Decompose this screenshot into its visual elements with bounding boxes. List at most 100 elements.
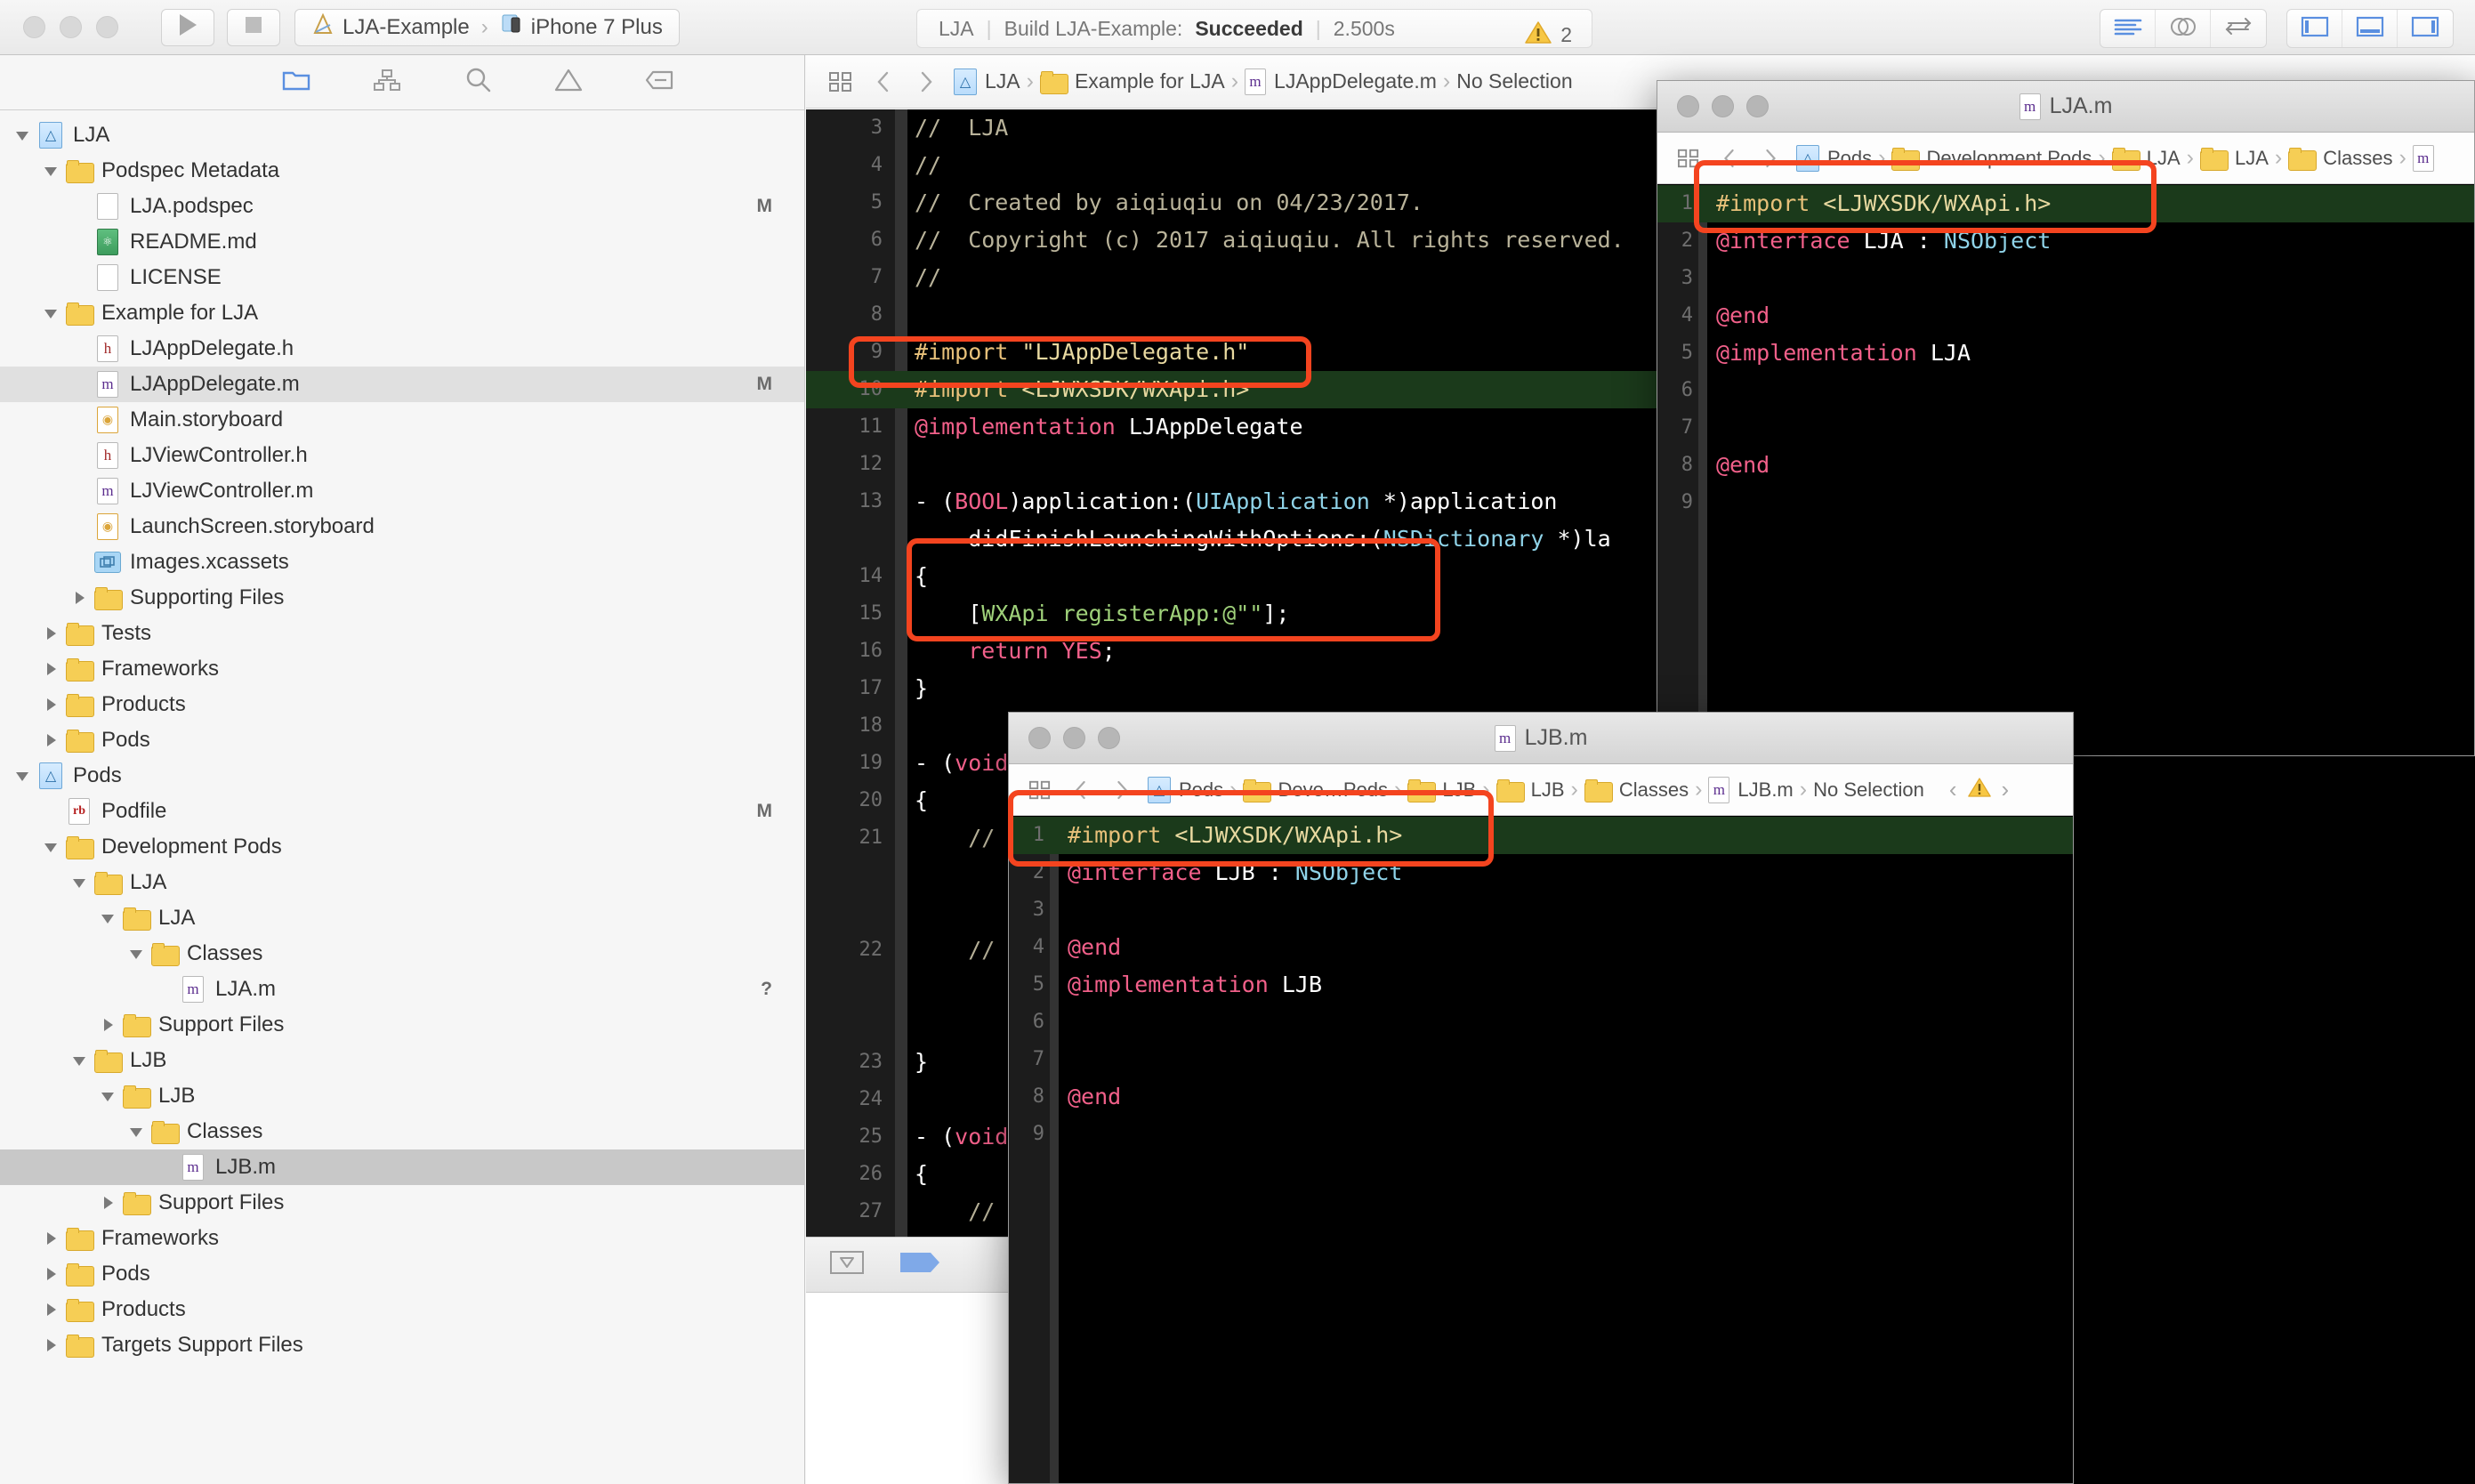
- activity-status-bar[interactable]: LJA | Build LJA-Example: Succeeded | 2.5…: [916, 9, 1592, 48]
- breadcrumb-item[interactable]: No Selection: [1456, 69, 1572, 93]
- code-line[interactable]: 7: [1657, 409, 2474, 447]
- file-tree-row[interactable]: mLJAppDelegate.mM: [0, 367, 804, 402]
- disclosure-triangle-closed-icon[interactable]: [41, 624, 60, 643]
- file-tree-row[interactable]: Frameworks: [0, 651, 804, 687]
- disclosure-triangle-open-icon[interactable]: [69, 873, 89, 892]
- ljb-chevron-left-icon[interactable]: [1066, 775, 1096, 805]
- breakpoint-navigator-tab[interactable]: [640, 65, 679, 101]
- file-tree-row[interactable]: Products: [0, 1292, 804, 1327]
- disclosure-triangle-closed-icon[interactable]: [41, 730, 60, 750]
- file-tree-row[interactable]: Development Pods: [0, 829, 804, 865]
- file-tree-row[interactable]: Support Files: [0, 1007, 804, 1043]
- breadcrumb-item[interactable]: △Pods: [1148, 777, 1223, 803]
- file-tree-row[interactable]: LJA: [0, 865, 804, 900]
- version-editor-button[interactable]: [2211, 10, 2266, 47]
- file-tree-row[interactable]: mLJB.m: [0, 1149, 804, 1185]
- ljb-close-button[interactable]: [1028, 727, 1051, 749]
- disclosure-triangle-closed-icon[interactable]: [41, 695, 60, 714]
- breakpoint-toggle-icon[interactable]: [899, 1250, 941, 1279]
- chevron-right-icon[interactable]: [911, 67, 941, 97]
- warning-status[interactable]: 2: [1525, 20, 1572, 50]
- disclosure-triangle-closed-icon[interactable]: [98, 1015, 117, 1035]
- ljb-window-titlebar[interactable]: m LJB.m: [1009, 713, 2073, 764]
- ljb-code-pane[interactable]: 1#import <LJWXSDK/WXApi.h>2@interface LJ…: [1009, 817, 2073, 1483]
- file-tree-row[interactable]: Support Files: [0, 1185, 804, 1221]
- file-tree-row[interactable]: Targets Support Files: [0, 1327, 804, 1363]
- code-line[interactable]: 1#import <LJWXSDK/WXApi.h>: [1009, 817, 2073, 854]
- ljb-zoom-button[interactable]: [1098, 727, 1120, 749]
- disclosure-triangle-open-icon[interactable]: [126, 1122, 146, 1141]
- zoom-window-button[interactable]: [96, 16, 118, 38]
- file-tree-row[interactable]: mLJViewController.m: [0, 473, 804, 509]
- breadcrumb-item[interactable]: Example for LJA: [1040, 69, 1225, 93]
- chevron-left-icon[interactable]: [868, 67, 899, 97]
- breadcrumb-item[interactable]: Deve…Pods: [1243, 778, 1388, 802]
- breadcrumb-item[interactable]: mLJAppDelegate.m: [1245, 69, 1437, 95]
- breadcrumb-item[interactable]: LJB: [1496, 778, 1565, 802]
- breadcrumb-item[interactable]: Development Pods: [1891, 147, 2092, 170]
- disclosure-triangle-closed-icon[interactable]: [41, 659, 60, 679]
- code-line[interactable]: 2@interface LJA : NSObject: [1657, 222, 2474, 260]
- disclosure-triangle-closed-icon[interactable]: [41, 1300, 60, 1319]
- code-line[interactable]: 6: [1009, 1004, 2073, 1041]
- disclosure-triangle-open-icon[interactable]: [126, 944, 146, 964]
- code-line[interactable]: 7: [1009, 1041, 2073, 1078]
- code-line[interactable]: 8@end: [1009, 1078, 2073, 1116]
- disclosure-triangle-open-icon[interactable]: [69, 1051, 89, 1070]
- lja-code-pane[interactable]: 1#import <LJWXSDK/WXApi.h>2@interface LJ…: [1657, 185, 2474, 755]
- code-line[interactable]: 3: [1657, 260, 2474, 297]
- minimize-window-button[interactable]: [60, 16, 82, 38]
- toggle-utilities-button[interactable]: [2398, 10, 2453, 47]
- file-tree-row[interactable]: ⚛README.md: [0, 224, 804, 260]
- lja-source-code-text[interactable]: 1#import <LJWXSDK/WXApi.h>2@interface LJ…: [1657, 185, 2474, 755]
- lja-related-items-icon[interactable]: [1673, 143, 1704, 173]
- file-tree-row[interactable]: LJA: [0, 900, 804, 936]
- disclosure-triangle-closed-icon[interactable]: [98, 1193, 117, 1213]
- ljb-nav-back-chevron[interactable]: ‹: [1949, 776, 1957, 803]
- breadcrumb-item[interactable]: mLJB.m: [1708, 777, 1793, 803]
- close-window-button[interactable]: [23, 16, 45, 38]
- assistant-editor-button[interactable]: [2156, 10, 2211, 47]
- issue-navigator-tab[interactable]: [549, 65, 588, 101]
- file-tree-row[interactable]: LJB: [0, 1078, 804, 1114]
- code-line[interactable]: 1#import <LJWXSDK/WXApi.h>: [1657, 185, 2474, 222]
- file-tree-row[interactable]: Example for LJA: [0, 295, 804, 331]
- file-tree-row[interactable]: ◉LaunchScreen.storyboard: [0, 509, 804, 544]
- disclosure-triangle-closed-icon[interactable]: [41, 1264, 60, 1284]
- breadcrumb-item[interactable]: m: [2413, 145, 2442, 172]
- ljb-minimize-button[interactable]: [1063, 727, 1085, 749]
- file-tree-row[interactable]: mLJA.m?: [0, 972, 804, 1007]
- code-line[interactable]: 4@end: [1009, 929, 2073, 966]
- code-line[interactable]: 5@implementation LJA: [1657, 335, 2474, 372]
- toggle-debug-area-button[interactable]: [2342, 10, 2398, 47]
- ljb-floating-window[interactable]: m LJB.m △Pods›Deve…Pods›LJB›LJB›Classes›…: [1008, 712, 2074, 1484]
- code-line[interactable]: 2@interface LJB : NSObject: [1009, 854, 2073, 891]
- disclosure-triangle-open-icon[interactable]: [41, 303, 60, 323]
- breadcrumb-item[interactable]: Classes: [1584, 778, 1689, 802]
- lja-chevron-left-icon[interactable]: [1714, 143, 1745, 173]
- symbol-navigator-tab[interactable]: [367, 65, 407, 101]
- find-navigator-tab[interactable]: [458, 65, 497, 101]
- disclosure-triangle-closed-icon[interactable]: [41, 1229, 60, 1248]
- stop-button[interactable]: [227, 9, 280, 46]
- project-navigator-tab[interactable]: [277, 65, 316, 101]
- code-line[interactable]: 8@end: [1657, 447, 2474, 484]
- disclosure-triangle-open-icon[interactable]: [12, 125, 32, 145]
- lja-minimize-button[interactable]: [1712, 95, 1734, 117]
- file-tree-row[interactable]: LJB: [0, 1043, 804, 1078]
- ljb-chevron-right-icon[interactable]: [1107, 775, 1137, 805]
- file-tree-row[interactable]: Products: [0, 687, 804, 722]
- lja-window-titlebar[interactable]: m LJA.m: [1657, 81, 2474, 133]
- lja-zoom-button[interactable]: [1746, 95, 1769, 117]
- lja-chevron-right-icon[interactable]: [1755, 143, 1786, 173]
- file-tree-row[interactable]: LJA.podspecM: [0, 189, 804, 224]
- breadcrumb-item[interactable]: LJB: [1407, 778, 1476, 802]
- file-tree-row[interactable]: △Pods: [0, 758, 804, 794]
- disclosure-triangle-open-icon[interactable]: [41, 837, 60, 857]
- file-tree-row[interactable]: rbPodfileM: [0, 794, 804, 829]
- standard-editor-button[interactable]: [2100, 10, 2156, 47]
- disclosure-triangle-closed-icon[interactable]: [69, 588, 89, 608]
- ljb-nav-forward-chevron[interactable]: ›: [2002, 776, 2010, 803]
- disclosure-triangle-closed-icon[interactable]: [41, 1335, 60, 1355]
- file-tree-row[interactable]: Pods: [0, 1256, 804, 1292]
